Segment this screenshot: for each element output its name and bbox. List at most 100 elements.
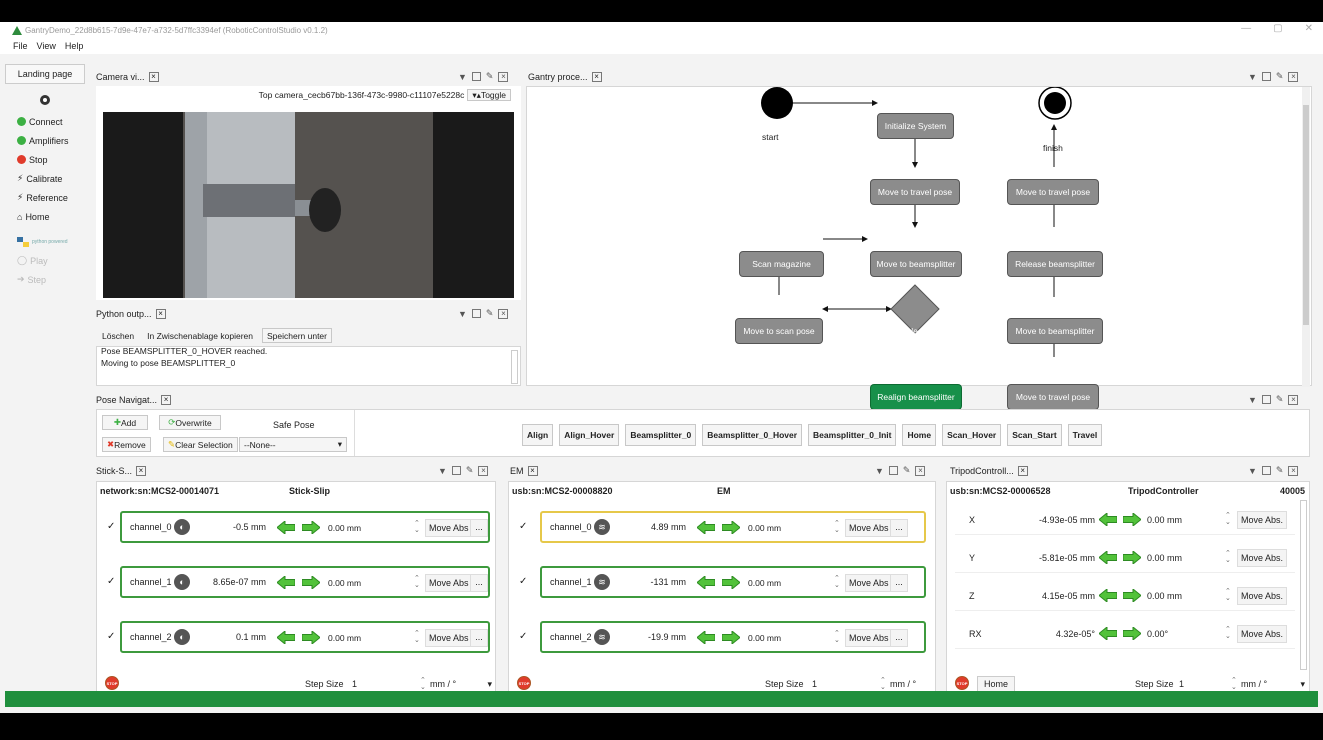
menu-view[interactable]: View (37, 41, 56, 51)
move-abs-button[interactable]: Move Abs (845, 574, 893, 592)
move-abs-button[interactable]: Move Abs (425, 629, 473, 647)
pose-button-align[interactable]: Align (522, 424, 554, 446)
move-positive-button[interactable] (722, 521, 740, 534)
tripod-tab[interactable]: TripodControll... × (950, 465, 1028, 476)
camera-tab[interactable]: Camera vi... × (96, 71, 159, 82)
move-travel-pose-node[interactable]: Move to travel pose (870, 179, 960, 205)
channel-checkbox[interactable]: ✓ (107, 521, 115, 532)
move-abs-button[interactable]: Move Abs (425, 574, 473, 592)
landing-page-button[interactable]: Landing page (5, 64, 85, 84)
pose-tab[interactable]: Pose Navigat... × (96, 394, 172, 405)
more-button[interactable]: ... (470, 519, 488, 537)
move-travel-pose-node-2[interactable]: Move to travel pose (1007, 179, 1099, 205)
close-icon[interactable]: × (148, 71, 159, 82)
tripod-home-button[interactable]: Home (977, 676, 1016, 692)
add-pose-button[interactable]: ✚ Add (102, 415, 148, 430)
close-button[interactable]: ✕ (1305, 23, 1313, 34)
move-scan-pose-node[interactable]: Move to scan pose (735, 318, 823, 344)
target-input[interactable]: 0.00 mm (748, 519, 830, 537)
more-button[interactable]: ... (890, 629, 908, 647)
safe-pose-select[interactable]: --None-- ▾ (239, 437, 347, 452)
float-icon[interactable] (1261, 466, 1271, 475)
remove-pose-button[interactable]: ✖ Remove (102, 437, 151, 452)
pose-button-beamsplitter-0[interactable]: Beamsplitter_0 (625, 424, 697, 446)
move-positive-button[interactable] (1123, 551, 1141, 564)
spinner-icon[interactable]: ⌃ ⌄ (420, 677, 426, 691)
close-icon[interactable]: × (1288, 465, 1299, 476)
spinner-icon[interactable]: ⌃ ⌄ (1225, 626, 1231, 640)
stop-icon[interactable]: STOP (105, 676, 119, 690)
spinner-icon[interactable]: ⌃ ⌄ (834, 575, 840, 589)
more-button[interactable]: ... (470, 574, 488, 592)
move-abs-button[interactable]: Move Abs. (1237, 511, 1288, 529)
close-icon[interactable]: × (1017, 465, 1028, 476)
scan-magazine-node[interactable]: Scan magazine (739, 251, 824, 277)
spinner-icon[interactable]: ⌃ ⌄ (1225, 588, 1231, 602)
float-icon[interactable] (471, 72, 481, 81)
spinner-icon[interactable]: ⌃ ⌄ (880, 677, 886, 691)
move-abs-button[interactable]: Move Abs. (1237, 549, 1288, 567)
move-beamsplitter-node-2[interactable]: Move to beamsplitter (1007, 318, 1103, 344)
close-icon[interactable]: × (498, 71, 509, 82)
move-negative-button[interactable] (1099, 551, 1117, 564)
amplifiers-button[interactable]: Amplifiers (5, 131, 85, 150)
spinner-icon[interactable]: ⌃ ⌄ (1225, 550, 1231, 564)
pin-icon[interactable]: ✎ (903, 465, 911, 476)
move-negative-button[interactable] (697, 521, 715, 534)
stop-icon[interactable]: STOP (955, 676, 969, 690)
move-negative-button[interactable] (1099, 513, 1117, 526)
target-input[interactable]: 0.00 mm (748, 574, 830, 592)
step-size-input[interactable]: 1 (352, 676, 417, 692)
move-negative-button[interactable] (1099, 627, 1117, 640)
stickslip-tab[interactable]: Stick-S... × (96, 465, 147, 476)
step-size-input[interactable]: 1 (1179, 676, 1229, 692)
filter-icon[interactable]: ▼ (458, 72, 467, 82)
move-negative-button[interactable] (277, 576, 295, 589)
channel-checkbox[interactable]: ✓ (519, 576, 527, 587)
menu-help[interactable]: Help (65, 41, 84, 51)
target-input[interactable]: 0.00 mm (1147, 549, 1215, 567)
pose-button-scan-start[interactable]: Scan_Start (1007, 424, 1062, 446)
spinner-icon[interactable]: ⌃ ⌄ (1231, 677, 1237, 691)
more-button[interactable]: ... (890, 519, 908, 537)
close-icon[interactable]: × (1288, 71, 1299, 82)
reference-button[interactable]: ⚡ Reference (5, 188, 85, 207)
pose-button-beamsplitter-0-init[interactable]: Beamsplitter_0_Init (808, 424, 897, 446)
move-negative-button[interactable] (697, 576, 715, 589)
pin-icon[interactable]: ✎ (1276, 71, 1284, 82)
channel-checkbox[interactable]: ✓ (107, 631, 115, 642)
target-input[interactable]: 0.00 mm (328, 629, 410, 647)
move-abs-button[interactable]: Move Abs (845, 629, 893, 647)
stop-icon[interactable]: STOP (517, 676, 531, 690)
save-as-button[interactable]: Speichern unter (261, 328, 332, 343)
target-input[interactable]: 0.00 mm (328, 519, 410, 537)
pin-icon[interactable]: ✎ (466, 465, 474, 476)
more-button[interactable]: ... (890, 574, 908, 592)
move-abs-button[interactable]: Move Abs. (1237, 587, 1288, 605)
unit-select[interactable]: mm / °▾ (1241, 679, 1305, 689)
calibrate-button[interactable]: ⚡ Calibrate (5, 169, 85, 188)
filter-icon[interactable]: ▼ (458, 309, 467, 319)
move-positive-button[interactable] (302, 631, 320, 644)
filter-icon[interactable]: ▼ (438, 466, 447, 476)
move-negative-button[interactable] (277, 521, 295, 534)
move-positive-button[interactable] (1123, 513, 1141, 526)
clear-selection-button[interactable]: ✎ Clear Selection (163, 437, 238, 452)
channel-checkbox[interactable]: ✓ (519, 631, 527, 642)
pose-button-align-hover[interactable]: Align_Hover (559, 424, 620, 446)
move-abs-button[interactable]: Move Abs (425, 519, 473, 537)
target-input[interactable]: 0.00 mm (748, 629, 830, 647)
target-input[interactable]: 0.00° (1147, 625, 1215, 643)
pose-button-travel[interactable]: Travel (1067, 424, 1103, 446)
unit-select[interactable]: mm / °▾ (890, 679, 952, 689)
channel-checkbox[interactable]: ✓ (107, 576, 115, 587)
overwrite-pose-button[interactable]: ⟳ Overwrite (159, 415, 221, 430)
target-input[interactable]: 0.00 mm (1147, 511, 1215, 529)
start-node[interactable] (761, 87, 793, 119)
filter-icon[interactable]: ▼ (875, 466, 884, 476)
close-icon[interactable]: × (478, 465, 489, 476)
spinner-icon[interactable]: ⌃ ⌄ (1225, 512, 1231, 526)
output-scrollbar[interactable] (511, 350, 518, 384)
pin-icon[interactable]: ✎ (1276, 465, 1284, 476)
release-beamsplitter-node[interactable]: Release beamsplitter (1007, 251, 1103, 277)
